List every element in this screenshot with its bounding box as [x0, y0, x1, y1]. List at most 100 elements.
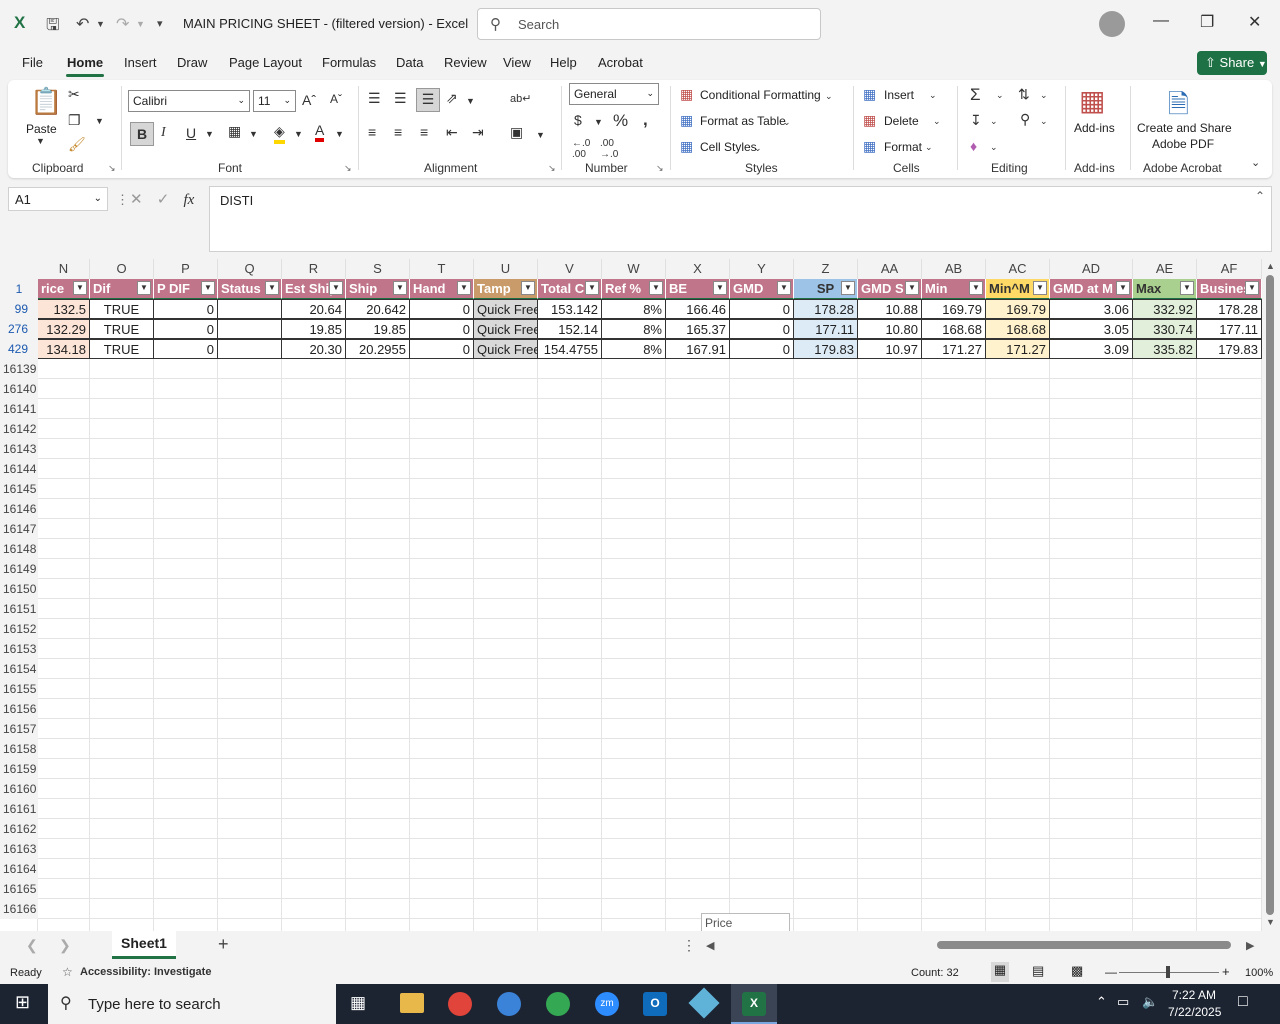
comma-style-icon[interactable]: , — [643, 110, 648, 130]
font-name-select[interactable]: Calibri ⌄ — [128, 90, 250, 112]
zoom-slider-thumb[interactable] — [1166, 966, 1170, 978]
filter-dropdown-icon[interactable]: ▼ — [457, 281, 471, 295]
share-button[interactable]: ⇧ Share ▼ — [1197, 51, 1267, 75]
autosum-dropdown-icon[interactable]: ⌄ — [996, 90, 1004, 101]
table-cell[interactable] — [218, 339, 282, 359]
format-as-table-dropdown-icon[interactable]: ⌄ — [783, 117, 791, 128]
column-header-aa[interactable]: AA — [858, 259, 922, 279]
cut-icon[interactable]: ✂ — [68, 86, 80, 103]
find-select-icon[interactable]: ⚲ — [1020, 111, 1030, 128]
undo-icon[interactable]: ↶ — [76, 14, 89, 34]
add-ins-button[interactable]: Add-ins — [1074, 121, 1115, 135]
tab-split-icon[interactable]: ⋮ — [682, 937, 696, 954]
filter-dropdown-icon[interactable]: ▼ — [1180, 281, 1194, 295]
table-cell[interactable]: 169.79 — [922, 299, 986, 319]
zoom-in-icon[interactable]: + — [1222, 964, 1230, 979]
filter-dropdown-icon[interactable]: ▼ — [521, 281, 535, 295]
table-cell[interactable]: 171.27 — [986, 339, 1050, 359]
table-cell[interactable]: 20.2955 — [346, 339, 410, 359]
table-cell[interactable]: 0 — [154, 319, 218, 339]
bold-icon[interactable]: B — [130, 122, 154, 146]
tab-home[interactable]: Home — [67, 55, 103, 70]
table-cell[interactable] — [218, 319, 282, 339]
paste-button[interactable]: Paste — [26, 122, 57, 136]
font-launcher-icon[interactable]: ↘ — [344, 163, 352, 174]
column-header-o[interactable]: O — [90, 259, 154, 279]
table-cell[interactable]: 3.05 — [1050, 319, 1133, 339]
table-header-cell[interactable]: Ship ▼ — [346, 279, 410, 299]
table-cell[interactable]: 0 — [410, 299, 474, 319]
row-header[interactable]: 16142 — [0, 419, 38, 439]
row-header[interactable]: 16150 — [0, 579, 38, 599]
table-cell[interactable]: TRUE — [90, 339, 154, 359]
row-header[interactable]: 16164 — [0, 859, 38, 879]
copy-icon[interactable]: ❐ — [68, 112, 81, 129]
decrease-decimal-icon[interactable]: .00 →.0 — [600, 138, 618, 160]
row-header[interactable]: 16151 — [0, 599, 38, 619]
row-header[interactable]: 276 — [0, 319, 38, 339]
clear-dropdown-icon[interactable]: ⌄ — [990, 142, 998, 153]
table-header-cell[interactable]: Est Ship ▼ — [282, 279, 346, 299]
formula-input[interactable]: DISTI ⌃ — [209, 186, 1272, 252]
table-cell[interactable]: 152.14 — [538, 319, 602, 339]
chrome-icon[interactable] — [448, 992, 472, 1016]
filter-dropdown-icon[interactable]: ▼ — [905, 281, 919, 295]
vertical-scroll-thumb[interactable] — [1266, 275, 1274, 915]
table-header-cell[interactable]: rice ▼ — [38, 279, 90, 299]
align-middle-icon[interactable]: ☰ — [394, 90, 407, 107]
enter-icon[interactable]: ✓ — [157, 191, 170, 208]
align-center-icon[interactable]: ≡ — [394, 124, 402, 140]
table-cell[interactable]: 179.83 — [794, 339, 858, 359]
tab-view[interactable]: View — [503, 55, 531, 70]
filter-dropdown-icon[interactable]: ▼ — [1033, 281, 1047, 295]
row-header[interactable]: 16139 — [0, 359, 38, 379]
copy-dropdown-icon[interactable]: ▼ — [95, 116, 104, 126]
file-explorer-icon[interactable] — [400, 993, 424, 1013]
font-color-icon[interactable]: A — [315, 122, 325, 142]
table-header-cell[interactable]: GMD at M ▼ — [1050, 279, 1133, 299]
table-header-cell[interactable]: Ref % ▼ — [602, 279, 666, 299]
page-layout-view-icon[interactable]: ▤ — [1032, 963, 1044, 979]
column-header-v[interactable]: V — [538, 259, 602, 279]
task-view-icon[interactable]: ▦ — [350, 993, 366, 1013]
table-cell[interactable]: 332.92 — [1133, 299, 1197, 319]
name-box[interactable]: A1 ⌄ — [8, 187, 108, 211]
table-header-cell[interactable]: Tamp ▼ — [474, 279, 538, 299]
clear-icon[interactable]: ♦ — [970, 138, 977, 154]
table-cell[interactable]: 171.27 — [922, 339, 986, 359]
table-cell[interactable]: 0 — [730, 339, 794, 359]
number-launcher-icon[interactable]: ↘ — [656, 163, 664, 174]
chrome-profile-2-icon[interactable] — [546, 992, 570, 1016]
currency-icon[interactable]: $ — [574, 112, 582, 128]
increase-decimal-icon[interactable]: ←.0.00 — [572, 138, 590, 160]
table-header-cell[interactable]: Max ▼ — [1133, 279, 1197, 299]
align-top-icon[interactable]: ☰ — [368, 90, 381, 107]
fill-color-icon[interactable]: ◈ — [274, 123, 285, 144]
align-left-icon[interactable]: ≡ — [368, 124, 376, 140]
column-header-q[interactable]: Q — [218, 259, 282, 279]
table-cell[interactable]: 0 — [730, 299, 794, 319]
table-cell[interactable]: 330.74 — [1133, 319, 1197, 339]
column-header-ab[interactable]: AB — [922, 259, 986, 279]
column-header-s[interactable]: S — [346, 259, 410, 279]
table-cell[interactable]: 153.142 — [538, 299, 602, 319]
previous-sheet-icon[interactable]: ❮ — [26, 937, 38, 954]
paste-dropdown-icon[interactable]: ▼ — [36, 136, 45, 146]
orientation-dropdown-icon[interactable]: ▼ — [466, 96, 475, 106]
tab-formulas[interactable]: Formulas — [322, 55, 376, 70]
table-cell[interactable]: 19.85 — [346, 319, 410, 339]
redo-dropdown-icon[interactable]: ▼ — [136, 19, 145, 29]
table-cell[interactable]: 20.64 — [282, 299, 346, 319]
clock-date[interactable]: 7/22/2025 — [1168, 1005, 1221, 1019]
tab-page-layout[interactable]: Page Layout — [229, 55, 302, 70]
table-cell[interactable]: 132.5 — [38, 299, 90, 319]
wrap-text-icon[interactable]: ab↵ — [510, 92, 531, 105]
table-cell[interactable]: 169.79 — [986, 299, 1050, 319]
borders-dropdown-icon[interactable]: ▼ — [249, 129, 258, 139]
cell-styles-button[interactable]: Cell Styles — [700, 140, 757, 154]
table-cell[interactable]: Quick Free — [474, 319, 538, 339]
format-cells-button[interactable]: Format — [884, 140, 922, 154]
row-header[interactable]: 16163 — [0, 839, 38, 859]
close-icon[interactable]: ✕ — [1248, 12, 1261, 32]
excel-taskbar-icon[interactable]: X — [742, 992, 766, 1016]
